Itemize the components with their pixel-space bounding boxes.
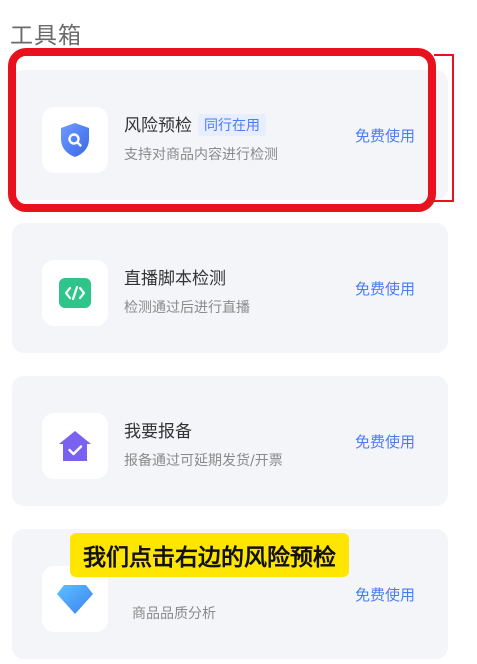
tool-description: 报备通过可延期发货/开票: [124, 453, 283, 469]
code-icon: [42, 260, 108, 326]
house-check-icon: [42, 413, 108, 479]
tool-description: 商品品质分析: [132, 606, 216, 622]
highlight-frame: [8, 48, 436, 212]
tool-title: 我要报备: [124, 422, 192, 442]
toolbox-page: 工具箱 风险预检 同行在用 支持对商品内容进行检测 免费使用 直播脚本检测 检测…: [0, 0, 477, 664]
tool-description: 检测通过后进行直播: [124, 300, 250, 316]
free-use-button-live-script[interactable]: 免费使用: [355, 278, 415, 299]
tool-card-filing[interactable]: 我要报备 报备通过可延期发货/开票 免费使用: [12, 376, 448, 506]
free-use-button-quality[interactable]: 免费使用: [355, 584, 415, 605]
tool-card-live-script-check[interactable]: 直播脚本检测 检测通过后进行直播 免费使用: [12, 223, 448, 353]
free-use-button-filing[interactable]: 免费使用: [355, 431, 415, 452]
highlight-frame-tail: [434, 54, 454, 202]
subtitle-caption: 我们点击右边的风险预检: [70, 533, 349, 577]
section-title: 工具箱: [10, 23, 82, 49]
tool-title: 直播脚本检测: [124, 269, 226, 289]
